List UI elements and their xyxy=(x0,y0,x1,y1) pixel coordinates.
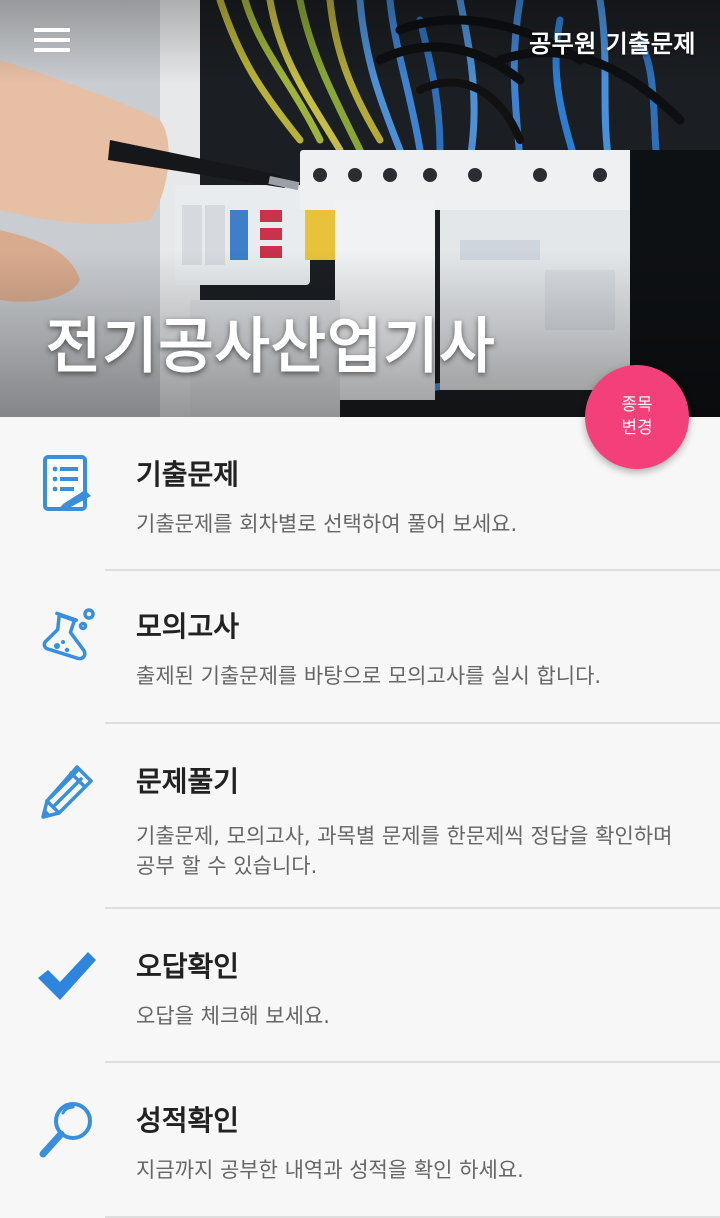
menu-item-wrong-answers[interactable]: 오답확인 오답을 체크해 보세요. xyxy=(0,909,720,1063)
app-title: 공무원 기출문제 xyxy=(529,30,696,58)
menu-item-title: 모의고사 xyxy=(136,610,240,643)
magnifier-icon xyxy=(36,1099,98,1161)
menu-item-score-check[interactable]: 성적확인 지금까지 공부한 내역과 성적을 확인 하세요. xyxy=(0,1063,720,1218)
menu-item-description: 기출문제를 회차별로 선택하여 풀어 보세요. xyxy=(136,512,518,536)
change-subject-button[interactable]: 종목 변경 xyxy=(585,365,689,469)
menu-item-description: 오답을 체크해 보세요. xyxy=(136,1004,330,1028)
menu-item-title: 기출문제 xyxy=(136,458,240,491)
menu-item-title: 오답확인 xyxy=(136,950,240,983)
app-screen: 공무원 기출문제 전기공사산업기사 종목 변경 기출문제 기출문제를 회차별로 … xyxy=(0,0,720,1218)
hamburger-menu-icon[interactable] xyxy=(34,26,72,54)
notebook-icon xyxy=(36,453,98,515)
checkmark-icon xyxy=(36,945,98,1007)
flask-icon xyxy=(36,605,98,667)
menu-item-description: 기출문제, 모의고사, 과목별 문제를 한문제씩 정답을 확인하며 공부 할 수… xyxy=(136,824,673,878)
change-subject-label-line2: 변경 xyxy=(621,418,653,438)
subject-title: 전기공사산업기사 xyxy=(46,312,496,382)
menu-item-description: 지금까지 공부한 내역과 성적을 확인 하세요. xyxy=(136,1158,524,1182)
menu-item-title: 문제풀기 xyxy=(136,765,240,798)
menu-item-title: 성적확인 xyxy=(136,1104,240,1137)
feature-menu-list: 기출문제 기출문제를 회차별로 선택하여 풀어 보세요. 모의고사 출제된 기출… xyxy=(0,417,720,1218)
hero-banner: 공무원 기출문제 전기공사산업기사 xyxy=(0,0,720,417)
menu-item-mock-test[interactable]: 모의고사 출제된 기출문제를 바탕으로 모의고사를 실시 합니다. xyxy=(0,571,720,724)
menu-item-solve-questions[interactable]: 문제풀기 기출문제, 모의고사, 과목별 문제를 한문제씩 정답을 확인하며 공… xyxy=(0,724,720,909)
pencil-icon xyxy=(36,760,98,822)
change-subject-label-line1: 종목 xyxy=(621,395,653,415)
menu-item-description: 출제된 기출문제를 바탕으로 모의고사를 실시 합니다. xyxy=(136,664,602,688)
